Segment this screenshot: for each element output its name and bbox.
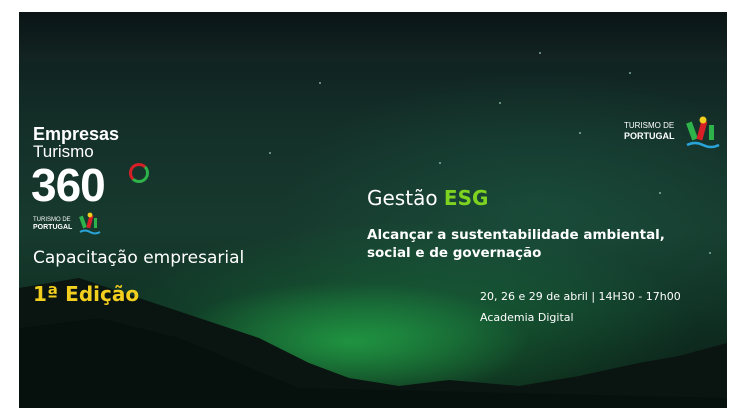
brand-360: 360 [31,159,106,211]
turismo-portugal-emblem-icon [686,116,720,149]
turismo-portugal-emblem-icon [79,212,101,235]
course-title-prefix: Gestão [367,186,438,210]
course-description: Alcançar a sustentabilidade ambiental, s… [367,227,665,261]
turismo-portugal-logo: TURISMO DE PORTUGAL [624,120,675,142]
sky-band [19,12,727,62]
course-title: Gestão ESG [367,186,488,210]
brand-ring-icon [129,163,149,183]
course-title-highlight: ESG [443,186,489,210]
turismo-portugal-logo-small: TURISMO DE PORTUGAL [33,216,72,232]
logo-small-line1: TURISMO DE [33,217,71,223]
subtitle: Capacitação empresarial [33,248,245,268]
course-dates: 20, 26 e 29 de abril | 14H30 - 17h00 [480,290,681,303]
logo-line2: PORTUGAL [624,131,675,141]
logo-line1: TURISMO DE [624,121,675,130]
edition-label: 1ª Edição [33,282,140,306]
logo-small-line2: PORTUGAL [33,224,73,231]
event-banner: Empresas Turismo 360 TURISMO DE PORTUGAL… [19,12,727,408]
course-location: Academia Digital [480,311,574,324]
